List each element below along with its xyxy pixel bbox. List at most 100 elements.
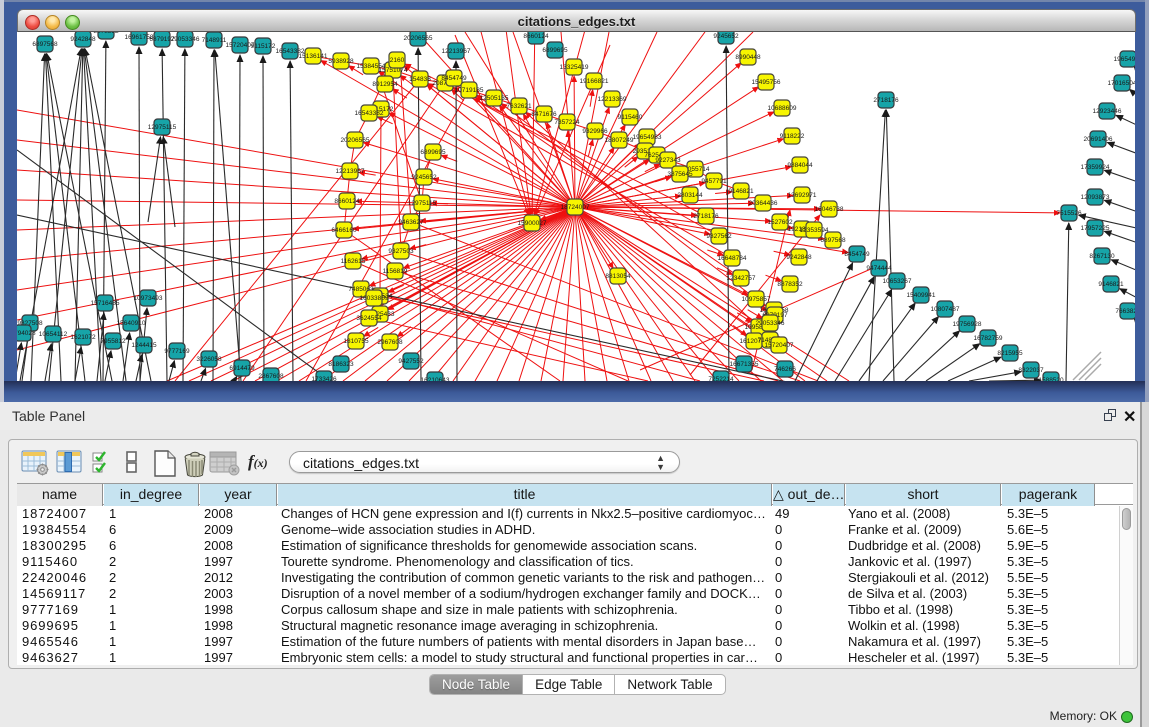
svg-text:9474444: 9474444 (866, 265, 892, 272)
svg-text:154838: 154838 (409, 76, 431, 83)
svg-text:10653267: 10653267 (883, 278, 912, 285)
svg-text:2803144: 2803144 (677, 192, 703, 199)
svg-text:15720407: 15720407 (765, 342, 794, 349)
svg-text:7357224: 7357224 (554, 119, 580, 126)
svg-text:9463627: 9463627 (398, 219, 424, 226)
svg-text:19654983: 19654983 (633, 134, 662, 141)
svg-text:3875645: 3875645 (667, 171, 693, 178)
svg-text:16648784: 16648784 (718, 255, 747, 262)
svg-text:18807249: 18807249 (605, 137, 634, 144)
svg-text:9327562: 9327562 (706, 233, 732, 240)
svg-text:9794028: 9794028 (17, 330, 36, 337)
svg-text:6899695: 6899695 (542, 47, 568, 54)
svg-text:1156819: 1156819 (383, 268, 408, 275)
svg-text:2160: 2160 (390, 57, 405, 64)
svg-text:8990448: 8990448 (735, 54, 761, 61)
svg-text:8878352: 8878352 (777, 281, 803, 288)
svg-text:13325419: 13325419 (560, 64, 589, 71)
svg-text:3624554: 3624554 (356, 315, 382, 322)
svg-text:10807487: 10807487 (931, 306, 960, 313)
svg-text:16033809: 16033809 (360, 295, 389, 302)
svg-text:10973493: 10973493 (134, 295, 163, 302)
svg-text:9329966: 9329966 (582, 128, 608, 135)
svg-text:12093873: 12093873 (1081, 194, 1110, 201)
svg-text:9327503: 9327503 (388, 248, 414, 255)
svg-text:16782759: 16782759 (974, 335, 1003, 342)
svg-text:18724007: 18724007 (561, 204, 590, 211)
svg-text:17016504: 17016504 (1108, 80, 1135, 87)
svg-text:6897568: 6897568 (820, 237, 846, 244)
svg-text:8454749: 8454749 (844, 251, 870, 258)
svg-text:1527602: 1527602 (767, 219, 793, 226)
svg-text:16046738: 16046738 (815, 206, 844, 213)
svg-text:1588520: 1588520 (1038, 377, 1064, 381)
svg-text:12342757: 12342757 (727, 275, 756, 282)
svg-text:7515526: 7515526 (1056, 210, 1082, 217)
svg-text:9242848: 9242848 (70, 36, 96, 43)
svg-text:12923446: 12923446 (1093, 108, 1122, 115)
svg-text:7663822: 7663822 (1115, 308, 1135, 315)
svg-text:12353594: 12353594 (800, 227, 829, 234)
svg-text:12213967: 12213967 (442, 48, 471, 55)
svg-text:17359924: 17359924 (1081, 164, 1110, 171)
svg-text:15640910: 15640910 (117, 320, 146, 327)
svg-text:19166821: 19166821 (580, 78, 609, 85)
svg-text:9115460: 9115460 (618, 114, 643, 121)
svg-text:12505135: 12505135 (480, 95, 509, 102)
svg-text:2718176: 2718176 (873, 97, 899, 104)
svg-text:8660124: 8660124 (334, 198, 360, 205)
svg-text:20691406: 20691406 (1084, 136, 1113, 143)
svg-text:9457791: 9457791 (701, 178, 727, 185)
svg-text:20206565: 20206565 (404, 35, 433, 42)
svg-text:1621072: 1621072 (70, 334, 96, 341)
svg-text:10654112: 10654112 (39, 331, 68, 338)
svg-text:10688609: 10688609 (768, 105, 797, 112)
svg-text:1733426: 1733426 (311, 376, 337, 381)
svg-text:15136141: 15136141 (299, 53, 328, 60)
svg-text:16210643: 16210643 (421, 377, 450, 381)
svg-text:10975857: 10975857 (742, 296, 771, 303)
svg-text:13692971: 13692971 (788, 192, 817, 199)
svg-text:15409941: 15409941 (907, 292, 936, 299)
svg-text:9146821: 9146821 (1098, 281, 1124, 288)
svg-text:10719185: 10719185 (455, 87, 484, 94)
svg-text:2718176: 2718176 (693, 213, 719, 220)
svg-text:2967608: 2967608 (377, 339, 403, 346)
svg-text:5938928: 5938928 (328, 58, 354, 65)
svg-text:1810755: 1810755 (343, 338, 369, 345)
svg-text:8322037: 8322037 (1018, 367, 1044, 374)
svg-text:746266: 746266 (774, 366, 796, 373)
svg-text:17957225: 17957225 (1081, 225, 1110, 232)
svg-text:8878352: 8878352 (93, 32, 119, 35)
svg-text:19654923: 19654923 (1114, 56, 1135, 63)
svg-text:16543382: 16543382 (355, 110, 384, 117)
svg-text:8813054: 8813054 (605, 273, 631, 280)
svg-text:6899695: 6899695 (420, 149, 446, 156)
svg-text:20206565: 20206565 (341, 137, 370, 144)
svg-text:7252214: 7252214 (708, 376, 734, 381)
svg-text:1162615: 1162615 (341, 258, 366, 265)
svg-text:12975115: 12975115 (148, 124, 177, 131)
svg-text:12213369: 12213369 (598, 96, 627, 103)
svg-text:3226058: 3226058 (196, 356, 222, 363)
svg-text:15716485: 15716485 (91, 300, 120, 307)
svg-text:8912954: 8912954 (372, 81, 398, 88)
svg-text:8186323: 8186323 (328, 361, 354, 368)
svg-text:6466160: 6466160 (331, 227, 357, 234)
svg-text:9245652: 9245652 (713, 33, 739, 40)
svg-text:1244415: 1244415 (131, 342, 157, 349)
svg-text:20364436: 20364436 (749, 200, 778, 207)
svg-text:8267130: 8267130 (1089, 253, 1115, 260)
svg-text:7955812: 7955812 (100, 338, 126, 345)
svg-text:2867608: 2867608 (258, 373, 284, 380)
svg-text:9227343: 9227343 (655, 157, 681, 164)
svg-text:6897568: 6897568 (32, 41, 58, 48)
svg-text:29053346: 29053346 (756, 320, 785, 327)
svg-text:9884044: 9884044 (787, 162, 813, 169)
svg-text:16671355: 16671355 (730, 361, 759, 368)
svg-text:12213967: 12213967 (336, 168, 365, 175)
svg-text:7148911: 7148911 (202, 37, 227, 44)
svg-text:9427552: 9427552 (398, 358, 424, 365)
svg-text:29053346: 29053346 (171, 36, 200, 43)
svg-text:8454749: 8454749 (441, 75, 467, 82)
